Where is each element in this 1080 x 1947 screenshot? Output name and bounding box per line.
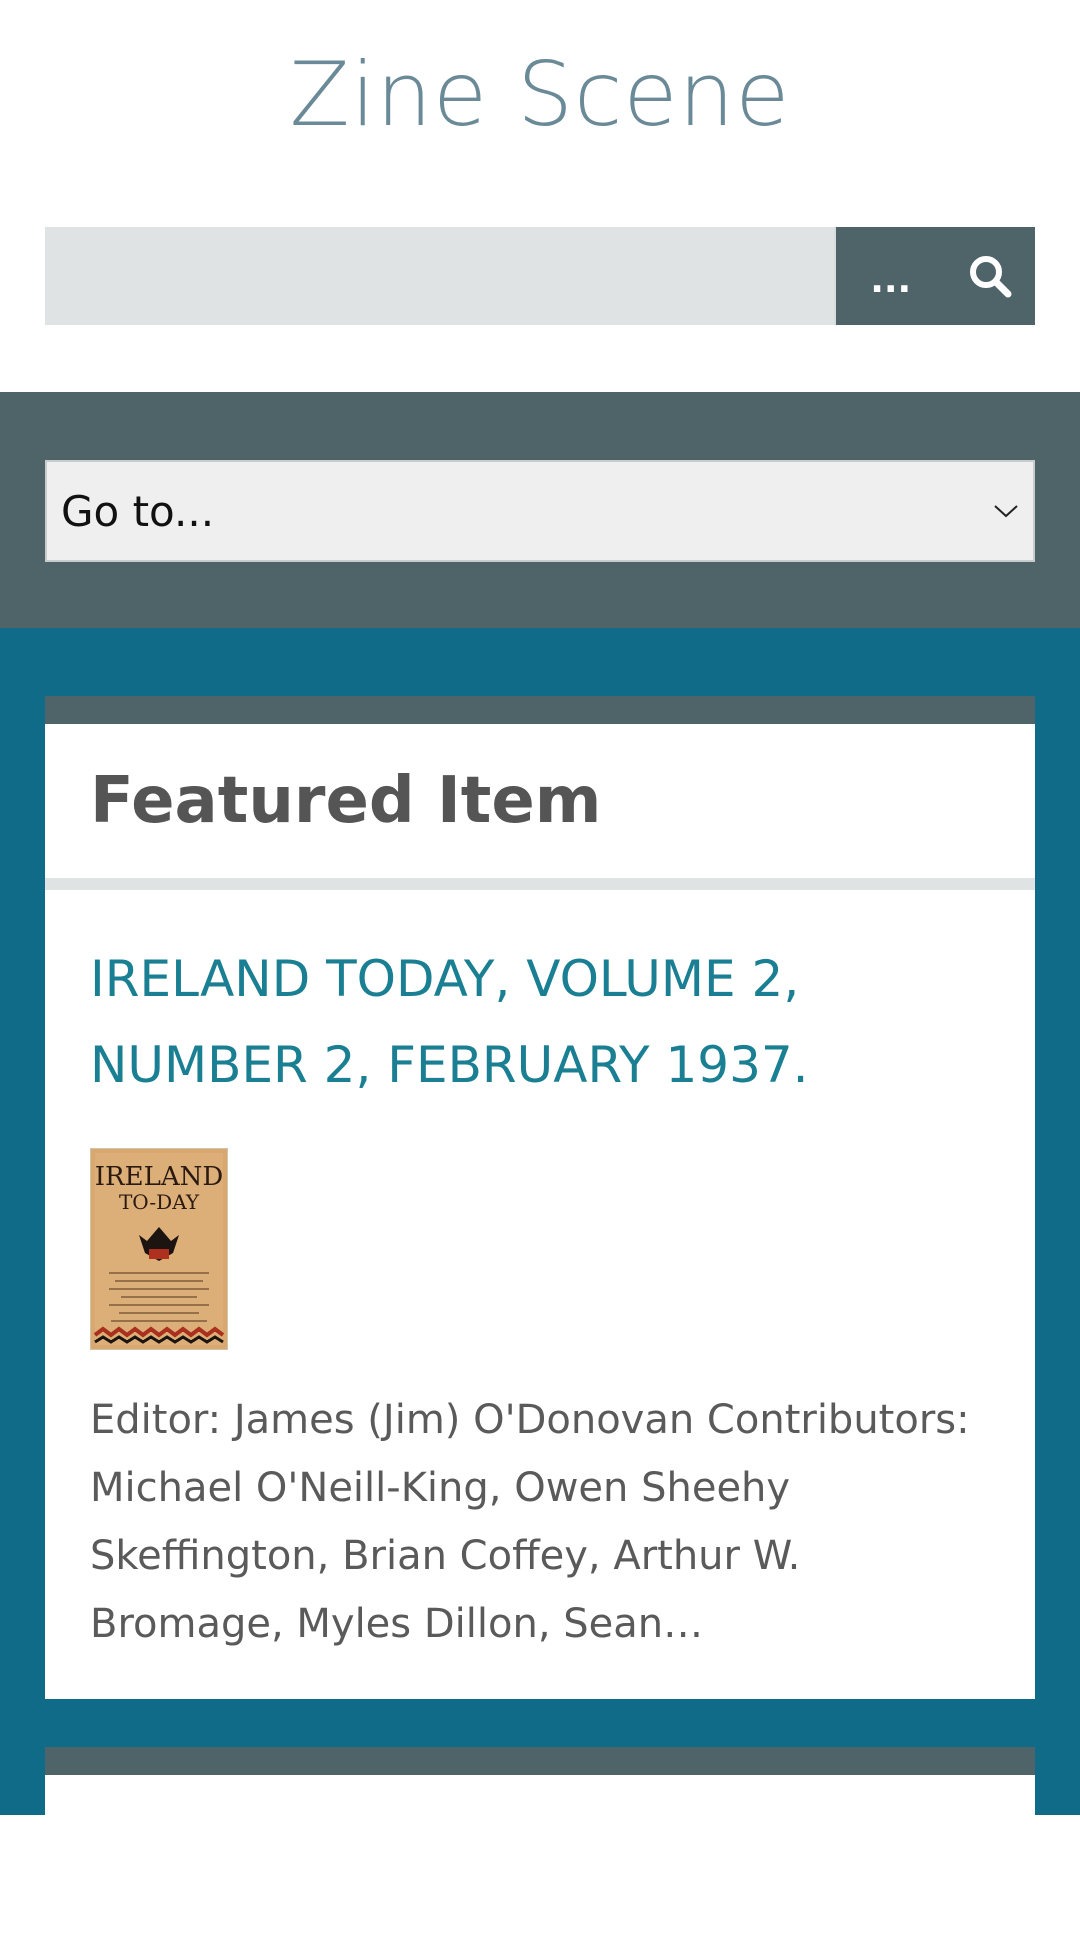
site-header: Zine Scene ...: [0, 0, 1080, 392]
search-form: ...: [45, 227, 1035, 325]
thumbnail-masthead-line-2: TO-DAY: [119, 1190, 200, 1214]
featured-heading: Featured Item: [45, 724, 1035, 890]
chevron-down-icon: [994, 505, 1018, 518]
featured-item-title-link[interactable]: IRELAND TODAY, VOLUME 2, NUMBER 2, FEBRU…: [90, 936, 990, 1108]
featured-item-description: Editor: James (Jim) O'Donovan Contributo…: [90, 1397, 970, 1647]
featured-item-card: Featured Item IRELAND TODAY, VOLUME 2, N…: [45, 696, 1035, 1699]
search-submit-button[interactable]: [945, 227, 1035, 325]
site-title[interactable]: Zine Scene: [0, 40, 1080, 150]
thumbnail-masthead-line-1: IRELAND: [95, 1162, 223, 1192]
featured-item-thumbnail[interactable]: IRELAND TO-DAY: [90, 1148, 228, 1350]
search-buttons: ...: [834, 227, 1035, 325]
goto-select-value: Go to...: [61, 486, 215, 536]
search-input[interactable]: [45, 227, 834, 325]
next-card: [45, 1747, 1035, 1947]
advanced-search-button[interactable]: ...: [836, 227, 945, 325]
main-content: Featured Item IRELAND TODAY, VOLUME 2, N…: [0, 628, 1080, 1947]
search-icon: [970, 256, 1012, 298]
goto-select[interactable]: Go to...: [45, 460, 1035, 562]
navigation-band: Go to...: [0, 392, 1080, 628]
